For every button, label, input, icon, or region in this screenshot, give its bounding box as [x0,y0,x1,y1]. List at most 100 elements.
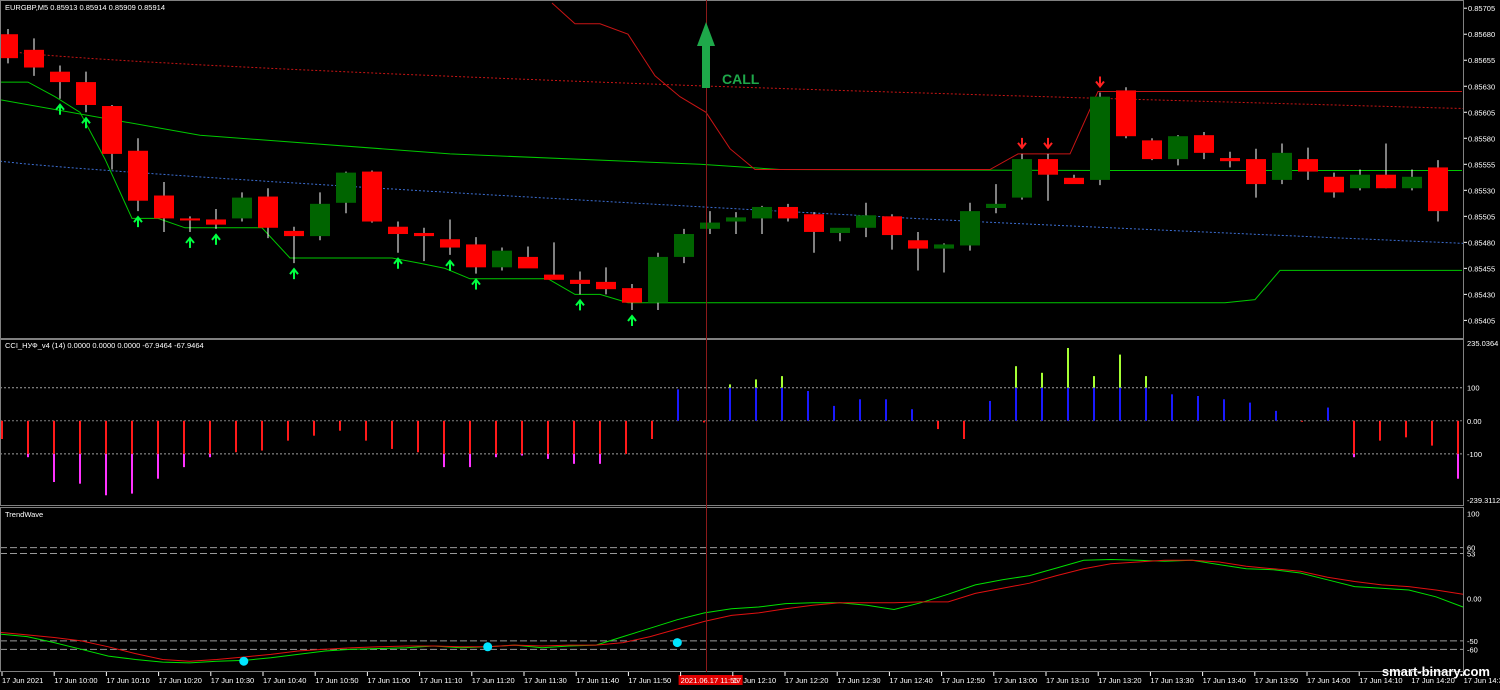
time-tick-label: 17 Jun 10:10 [106,676,149,685]
candle-body-bull [492,250,512,268]
cci-bar-main [1223,399,1225,421]
cci-bar-main [651,420,653,439]
cci-bar [339,420,341,431]
cci-bar-extreme [183,453,185,468]
price-tick-label: 0.85630 [1468,82,1495,91]
cci-bar [521,420,523,456]
candle[interactable] [648,252,668,310]
candle-body-bear [544,274,564,280]
candle-body-bear [778,206,798,219]
candle-body-bull [1402,176,1422,189]
cci-bar-main [469,420,471,454]
candle-body-bear [1298,159,1318,172]
cci-bar [859,399,861,421]
time-tick-label: 17 Jun 13:20 [1098,676,1141,685]
candle-body-bull [674,234,694,257]
cci-bar [677,389,679,421]
candle-body-bear [622,288,642,303]
cci-bar [573,420,575,464]
trading-chart: 0.85705 0.85680 0.85655 0.85630 0.85605 0.855… [0,0,1500,690]
time-tick-label: 17 Jun 12:30 [837,676,880,685]
candle-body-bull [648,256,668,303]
price-tick-label: 0.85655 [1468,56,1495,65]
candle-body-bull [986,203,1006,209]
cci-bar [651,420,653,439]
cci-bar-main [1015,387,1017,421]
price-tick-label: 0.85405 [1468,316,1495,325]
cci-bar-extreme [781,376,783,388]
candle-body-bull [1090,96,1110,180]
candle[interactable] [362,170,382,223]
cci-bar-main [131,420,133,454]
cci-bar [417,420,419,453]
cci-bar-extreme [1067,347,1069,388]
cci-tick-label: -239.3112 [1467,496,1500,505]
price-tick-label: 0.85705 [1468,4,1495,13]
cci-bar-extreme [1145,376,1147,388]
cci-bar-main [183,420,185,454]
cci-bar [885,399,887,421]
time-tick-label: 17 Jun 12:50 [942,676,985,685]
cci-bar-main [625,420,627,454]
trendwave-signal-dot [672,638,682,648]
cci-bar [79,420,81,484]
time-tick-label: 17 Jun 13:10 [1046,676,1089,685]
cci-bar-main [157,420,159,454]
price-tick-label: 0.85605 [1468,108,1495,117]
cci-bar [625,420,627,454]
candle-body-bull [726,217,746,222]
cci-bar-extreme [547,453,549,459]
cci-bar [599,420,601,464]
candle[interactable] [1090,92,1110,186]
candle-body-bear [24,49,44,68]
time-tick-label: 17 Jun 10:40 [263,676,306,685]
candle-body-bear [882,216,902,236]
cci-bar-main [833,405,835,421]
cci-bar [807,391,809,421]
cci-bar-main [1301,420,1303,422]
cci-bar-main [443,420,445,454]
candle[interactable] [492,247,512,271]
cci-bar-main [287,420,289,441]
cci-bar-main [755,387,757,421]
cci-bar [1015,366,1017,421]
trendwave-tick-label: 53 [1467,550,1475,559]
candle-body-bear [1324,176,1344,193]
cci-bar [729,384,731,421]
cci-bar-main [859,399,861,421]
call-label: CALL [722,71,760,87]
time-tick-label: 17 Jun 11:00 [367,676,410,685]
candle[interactable] [1142,138,1162,161]
candle-body-bear [76,82,96,105]
candle-body-bull [934,244,954,249]
cci-bar-main [1119,387,1121,421]
candle-body-bull [336,172,356,203]
cci-bar [1405,420,1407,438]
cci-bar-main [339,420,341,431]
trendwave-tick-label: -60 [1467,645,1478,654]
cci-bar-extreme [729,384,731,388]
cci-bar-main [53,420,55,454]
trendwave-signal-dot [483,642,493,652]
cci-bar-extreme [443,453,445,468]
candle-body-bear [1142,140,1162,160]
cci-bar-main [807,391,809,421]
cci-bar [1171,394,1173,421]
candle-body-bull [1168,136,1188,160]
cci-tick-label: 0.00 [1467,417,1482,426]
cci-bar [261,420,263,451]
candle-body-bear [440,239,460,248]
cci-bar-extreme [1119,354,1121,388]
cci-bar-main [521,420,523,454]
candle[interactable] [1116,87,1136,139]
cci-bar [989,400,991,421]
cci-bar [1,420,3,439]
cci-bar-main [27,420,29,454]
candle-body-bear [466,244,486,268]
candle[interactable] [1012,153,1032,200]
cci-bar-extreme [1353,453,1355,458]
cci-bar-main [729,387,731,421]
cci-tick-label: 235.0364 [1467,339,1498,348]
cci-bar-main [1145,387,1147,421]
time-tick-label: 17 Jun 2021 [2,676,43,685]
